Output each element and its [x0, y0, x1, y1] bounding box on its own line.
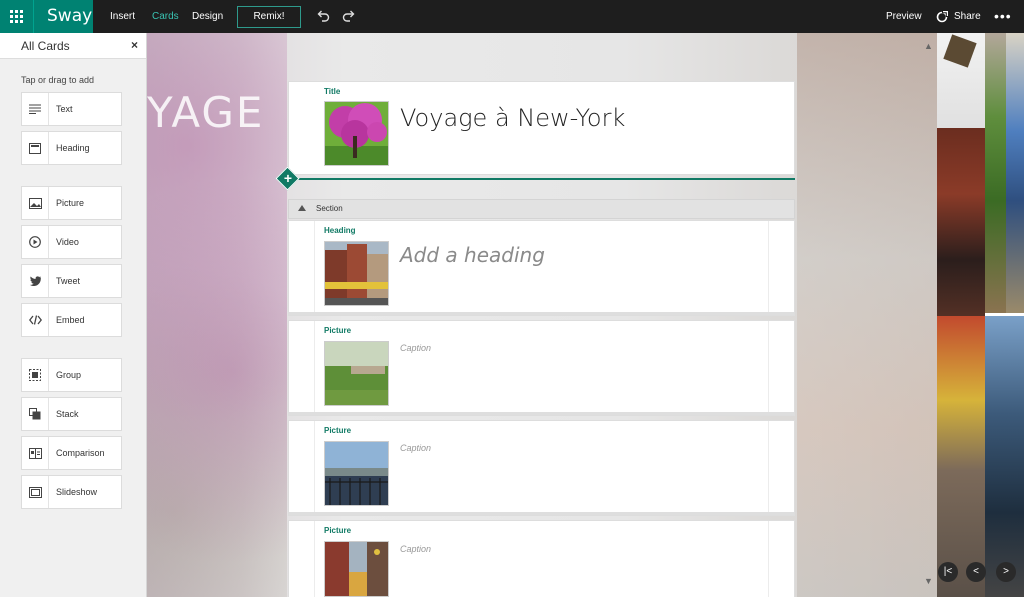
filmstrip-image [985, 316, 1024, 597]
picture-card-thumbnail[interactable] [324, 441, 389, 506]
card-button-label: Group [56, 370, 82, 380]
card-button-label: Text [56, 104, 73, 114]
title-card-label: Title [324, 87, 341, 96]
code-embed-icon [28, 315, 42, 325]
card-button-label: Tweet [56, 276, 81, 286]
street-buildings-image [325, 242, 388, 305]
picture-card-label: Picture [324, 326, 352, 335]
card-button-group[interactable]: Group [21, 358, 122, 392]
text-lines-icon [29, 104, 41, 114]
picture-card-label: Picture [324, 426, 352, 435]
scroll-up-icon[interactable]: ▲ [924, 41, 933, 51]
picture-card-thumbnail[interactable] [324, 341, 389, 406]
card-button-stack[interactable]: Stack [21, 397, 122, 431]
card-button-video[interactable]: Video [21, 225, 122, 259]
tab-design[interactable]: Design [192, 0, 223, 33]
reservoir-skyline-image [325, 442, 388, 505]
app-launcher-button[interactable] [0, 0, 33, 33]
remix-button[interactable]: Remix! [237, 6, 301, 28]
heading-icon [29, 142, 41, 154]
card-button-label: Slideshow [56, 487, 98, 497]
panel-title: All Cards [21, 39, 70, 53]
video-play-icon [29, 236, 41, 248]
background-building-image [797, 33, 937, 597]
more-options-icon[interactable]: ••• [994, 0, 1012, 32]
picture-card-label: Picture [324, 526, 352, 535]
card-button-embed[interactable]: Embed [21, 303, 122, 337]
first-slide-icon[interactable]: |< [938, 562, 958, 582]
card-button-label: Heading [56, 143, 90, 153]
filmstrip-image [1006, 33, 1024, 313]
scroll-down-icon[interactable]: ▼ [924, 576, 933, 586]
filmstrip-image [937, 33, 985, 128]
card-button-label: Comparison [56, 448, 105, 458]
plus-icon[interactable]: + [280, 169, 296, 187]
heading-card-label: Heading [324, 226, 356, 235]
park-bridge-image [325, 342, 388, 405]
caption-placeholder[interactable]: Caption [400, 343, 431, 353]
background-title-text: YAGE [147, 88, 265, 137]
redo-icon[interactable] [342, 9, 356, 23]
card-button-heading[interactable]: Heading [21, 131, 122, 165]
section-header[interactable] [288, 199, 795, 219]
close-icon[interactable]: × [131, 38, 138, 52]
undo-icon[interactable] [316, 9, 330, 23]
heading-card-thumbnail[interactable] [324, 241, 389, 306]
comparison-icon [28, 447, 42, 459]
preview-filmstrip [937, 33, 1024, 597]
cards-panel: All Cards × Tap or drag to add Text Head… [0, 33, 147, 597]
card-button-text[interactable]: Text [21, 92, 122, 126]
card-button-slideshow[interactable]: Slideshow [21, 475, 122, 509]
panel-hint: Tap or drag to add [21, 75, 95, 85]
card-button-comparison[interactable]: Comparison [21, 436, 122, 470]
insert-divider [288, 178, 795, 180]
next-slide-icon[interactable]: > [996, 562, 1016, 582]
twitter-bird-icon [29, 276, 41, 286]
top-bar: Sway Insert Cards Design Remix! Preview … [0, 0, 1024, 33]
card-button-label: Embed [56, 315, 85, 325]
tab-cards[interactable]: Cards [152, 0, 179, 33]
picture-icon [28, 197, 42, 209]
title-text[interactable]: Voyage à New-York [400, 104, 625, 132]
filmstrip-image [985, 33, 1006, 313]
card-button-label: Video [56, 237, 79, 247]
share-button[interactable]: Share [936, 0, 981, 34]
caption-placeholder[interactable]: Caption [400, 443, 431, 453]
filmstrip-image [937, 316, 985, 597]
panel-header: All Cards × [0, 33, 146, 59]
slideshow-icon [28, 486, 42, 498]
app-launcher-icon [10, 10, 23, 23]
card-button-picture[interactable]: Picture [21, 186, 122, 220]
collapse-triangle-icon[interactable] [298, 205, 306, 211]
heading-placeholder[interactable]: Add a heading [400, 243, 545, 267]
card-button-label: Picture [56, 198, 85, 208]
preview-button[interactable]: Preview [886, 0, 922, 34]
app-name[interactable]: Sway [33, 0, 93, 33]
caption-placeholder[interactable]: Caption [400, 544, 431, 554]
card-button-label: Stack [56, 409, 79, 419]
section-label: Section [316, 204, 343, 213]
tab-insert[interactable]: Insert [110, 0, 135, 33]
card-button-tweet[interactable]: Tweet [21, 264, 122, 298]
picture-card-thumbnail[interactable] [324, 541, 389, 597]
share-icon [936, 11, 948, 23]
filmstrip-image [937, 128, 985, 348]
title-card-thumbnail[interactable] [324, 101, 389, 166]
share-label: Share [954, 11, 981, 22]
stack-icon [29, 408, 41, 420]
previous-slide-icon[interactable]: < [966, 562, 986, 582]
tree-blossom-image [325, 102, 388, 165]
group-icon [29, 369, 41, 381]
city-street-image [325, 542, 388, 596]
